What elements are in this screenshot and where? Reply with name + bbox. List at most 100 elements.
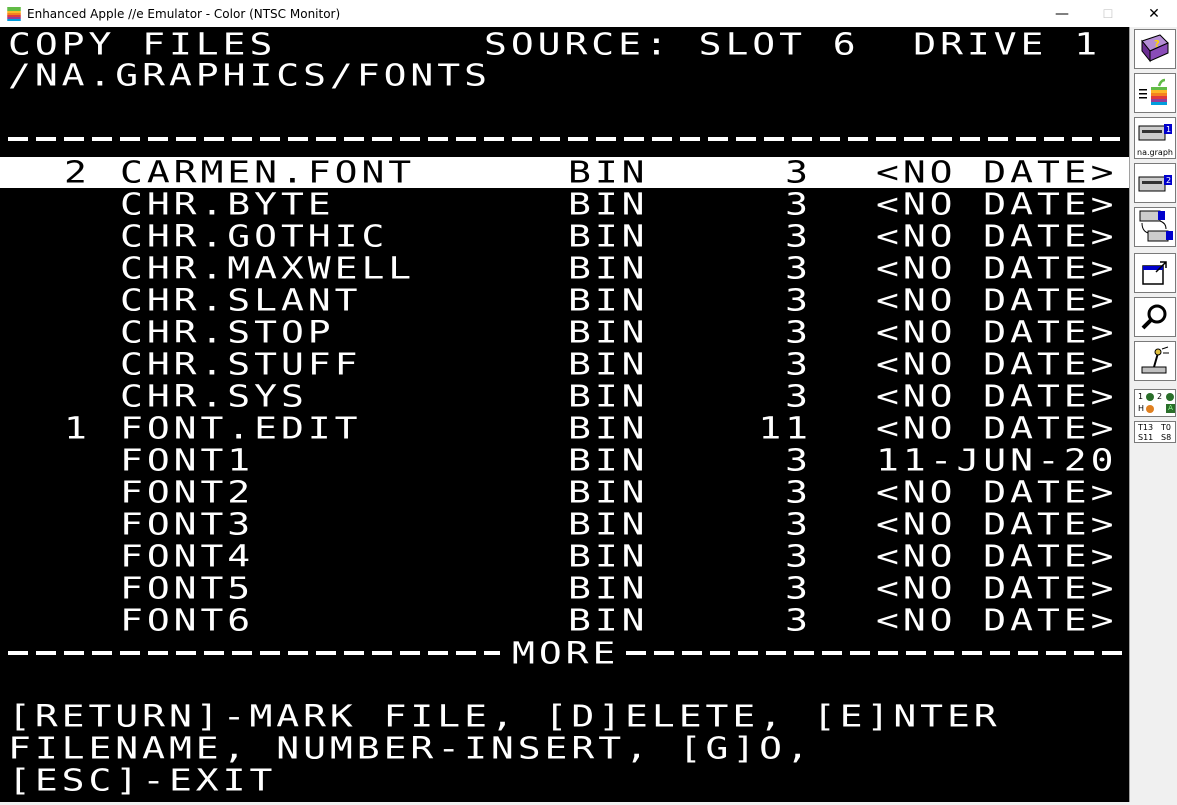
file-row[interactable]: FONT1 BIN 3 11-JUN-20 <box>0 445 1129 476</box>
file-name: FONT5 <box>120 570 255 606</box>
file-row[interactable]: CHR.SLANT BIN 3 <NO DATE> <box>0 285 1129 316</box>
file-name: FONT2 <box>120 474 255 510</box>
track-2: T0 <box>1161 423 1171 432</box>
file-name: FONT4 <box>120 538 255 574</box>
directory-path: /NA.GRAPHICS/FONTS <box>8 57 491 93</box>
help-button[interactable]: ? <box>1134 29 1176 69</box>
instruction-line-1: [RETURN]-MARK FILE, [D]ELETE, [E]NTER <box>0 701 1129 732</box>
file-type: BIN <box>568 378 649 414</box>
file-row[interactable]: CHR.SYS BIN 3 <NO DATE> <box>0 381 1129 412</box>
drive-led-status: 1 2 H A <box>1134 389 1176 417</box>
instruction-text: FILENAME, NUMBER-INSERT, [G]O, <box>8 730 813 766</box>
minimize-button[interactable]: — <box>1039 0 1085 27</box>
file-date: <NO DATE> <box>876 314 1118 350</box>
file-date: <NO DATE> <box>876 474 1118 510</box>
file-type: BIN <box>568 538 649 574</box>
file-date: <NO DATE> <box>876 602 1118 638</box>
led-2-label: 2 <box>1157 392 1163 401</box>
file-row[interactable]: CHR.GOTHIC BIN 3 <NO DATE> <box>0 221 1129 252</box>
file-name: FONT.EDIT <box>120 410 362 446</box>
file-row[interactable]: CHR.MAXWELL BIN 3 <NO DATE> <box>0 253 1129 284</box>
swap-drives-button[interactable] <box>1134 207 1176 247</box>
file-blocks: 3 <box>785 570 812 606</box>
file-type: BIN <box>568 570 649 606</box>
drive-1-led-icon <box>1146 393 1154 401</box>
file-date: <NO DATE> <box>876 570 1118 606</box>
close-button[interactable]: ✕ <box>1131 0 1177 27</box>
track-sector-status: T13 T0 S11 S8 <box>1134 421 1176 443</box>
file-row[interactable]: 1 FONT.EDIT BIN 11 <NO DATE> <box>0 413 1129 444</box>
file-name: CHR.BYTE <box>120 186 335 222</box>
file-blocks: 3 <box>785 474 812 510</box>
file-date: <NO DATE> <box>876 154 1118 190</box>
file-date: <NO DATE> <box>876 410 1118 446</box>
svg-text:2: 2 <box>1166 176 1171 185</box>
maximize-button[interactable]: ☐ <box>1085 0 1131 27</box>
run-button[interactable] <box>1134 73 1176 113</box>
caps-lock-indicator: A <box>1166 404 1175 413</box>
file-row[interactable]: CHR.STOP BIN 3 <NO DATE> <box>0 317 1129 348</box>
file-name: FONT3 <box>120 506 255 542</box>
drive-1-button[interactable]: 1 na.graph <box>1134 117 1176 159</box>
drive-1-number: 1 <box>1166 125 1171 134</box>
joystick-settings-icon <box>1141 346 1169 374</box>
file-date: <NO DATE> <box>876 186 1118 222</box>
file-type: BIN <box>568 250 649 286</box>
file-type: BIN <box>568 186 649 222</box>
file-type: BIN <box>568 282 649 318</box>
file-row[interactable]: FONT4 BIN 3 <NO DATE> <box>0 541 1129 572</box>
window-title: Enhanced Apple //e Emulator - Color (NTS… <box>27 6 341 21</box>
file-blocks: 3 <box>785 282 812 318</box>
sector-1: S11 <box>1138 433 1154 442</box>
file-date: 11-JUN-20 <box>876 442 1118 478</box>
debugger-button[interactable] <box>1134 297 1176 337</box>
file-type: BIN <box>568 602 649 638</box>
file-row[interactable]: FONT5 BIN 3 <NO DATE> <box>0 573 1129 604</box>
file-mark-number: 1 <box>64 410 91 446</box>
file-name: CHR.GOTHIC <box>120 218 389 254</box>
file-row[interactable]: FONT2 BIN 3 <NO DATE> <box>0 477 1129 508</box>
file-date: <NO DATE> <box>876 506 1118 542</box>
swap-disks-icon <box>1139 210 1173 242</box>
file-blocks: 11 <box>758 410 812 446</box>
file-row[interactable]: FONT6 BIN 3 <NO DATE> <box>0 605 1129 636</box>
file-name: CHR.MAXWELL <box>120 250 416 286</box>
file-type: BIN <box>568 218 649 254</box>
file-row-selected[interactable]: 2 CARMEN.FONT BIN 3 <NO DATE> <box>0 157 1129 188</box>
file-blocks: 3 <box>785 538 812 574</box>
floppy-drive-icon: 1 <box>1138 124 1172 141</box>
led-h-label: H <box>1138 404 1145 413</box>
file-row[interactable]: FONT3 BIN 3 <NO DATE> <box>0 509 1129 540</box>
help-book-icon: ? <box>1141 34 1169 63</box>
file-type: BIN <box>568 506 649 542</box>
instruction-text: [RETURN]-MARK FILE, [D]ELETE, [E]NTER <box>8 698 1001 734</box>
file-type: BIN <box>568 314 649 350</box>
file-blocks: 3 <box>785 442 812 478</box>
file-row[interactable]: CHR.BYTE BIN 3 <NO DATE> <box>0 189 1129 220</box>
fullscreen-button[interactable] <box>1134 253 1176 293</box>
file-name: CHR.SYS <box>120 378 308 414</box>
drive-2-button[interactable]: 2 <box>1134 163 1176 203</box>
svg-text:?: ? <box>1154 39 1160 50</box>
file-blocks: 3 <box>785 506 812 542</box>
sector-2: S8 <box>1161 433 1172 442</box>
source-info: SOURCE: SLOT 6 DRIVE 1 <box>484 27 1102 62</box>
file-type: BIN <box>568 442 649 478</box>
emulator-toolbar: ? 1 na.graph 2 1 2 H A T13 T0 S11 S8 <box>1129 27 1177 802</box>
led-1-label: 1 <box>1138 392 1144 401</box>
top-divider <box>8 137 1122 141</box>
magnifier-icon <box>1141 304 1167 330</box>
screen-title: COPY FILES <box>8 27 277 62</box>
emulator-screen[interactable]: COPY FILES SOURCE: SLOT 6 DRIVE 1 /NA.GR… <box>0 27 1129 802</box>
file-name: FONT1 <box>120 442 255 478</box>
file-blocks: 3 <box>785 314 812 350</box>
file-name: FONT6 <box>120 602 255 638</box>
file-type: BIN <box>568 346 649 382</box>
apple-logo-icon <box>7 6 21 21</box>
file-date: <NO DATE> <box>876 538 1118 574</box>
apple-run-icon <box>1139 78 1167 105</box>
file-row[interactable]: CHR.STUFF BIN 3 <NO DATE> <box>0 349 1129 380</box>
file-name: CHR.STUFF <box>120 346 362 382</box>
settings-button[interactable] <box>1134 341 1176 381</box>
instruction-text: [ESC]-EXIT <box>8 762 277 798</box>
